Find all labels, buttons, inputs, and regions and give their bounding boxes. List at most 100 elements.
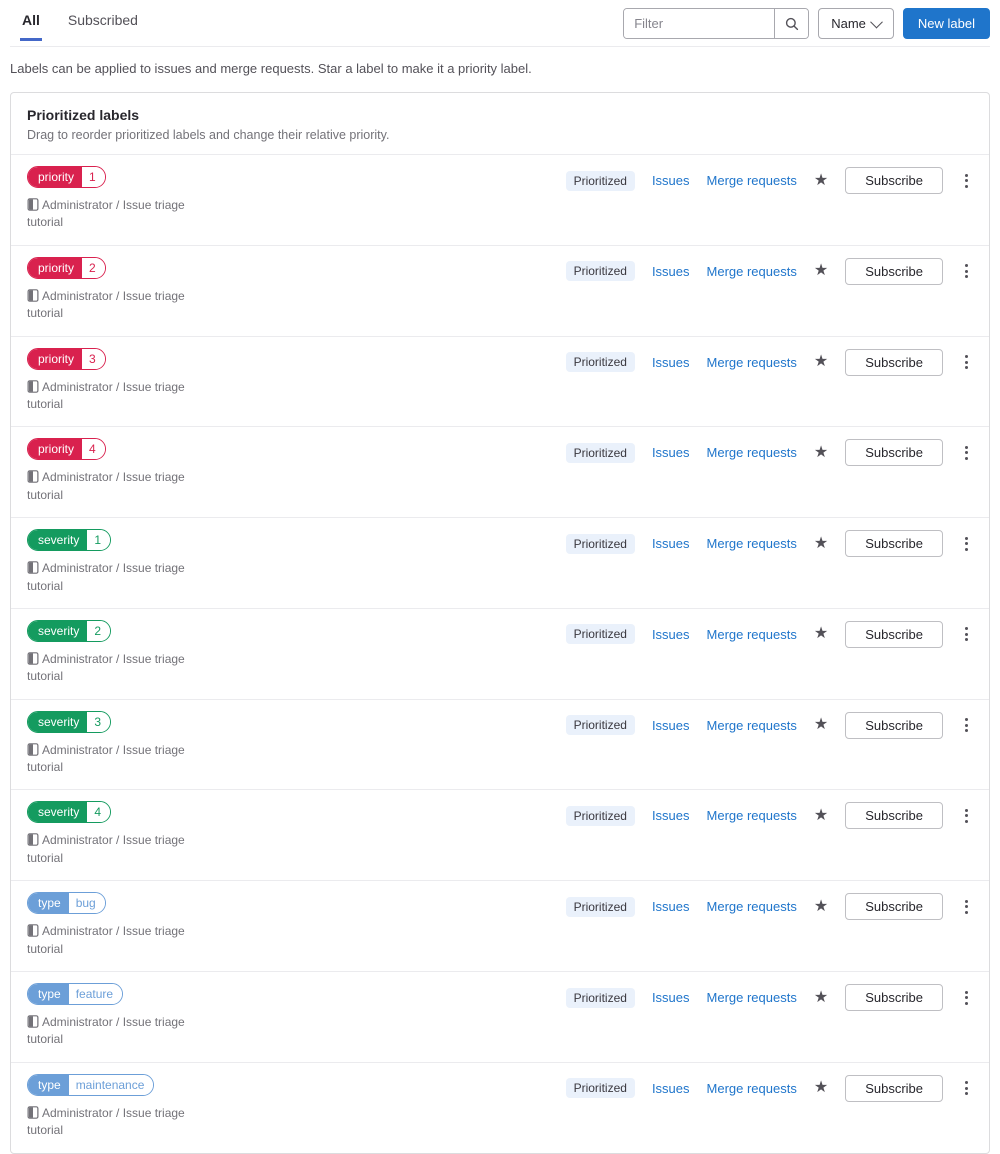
- star-icon[interactable]: ★: [814, 354, 828, 370]
- search-icon[interactable]: [774, 9, 809, 38]
- sort-dropdown-label: Name: [831, 16, 866, 31]
- star-icon[interactable]: ★: [814, 172, 828, 189]
- subscribe-button[interactable]: Subscribe: [845, 984, 943, 1012]
- merge-requests-link[interactable]: Merge requests: [707, 990, 797, 1005]
- kebab-menu-icon[interactable]: [960, 712, 973, 738]
- star-icon[interactable]: ★: [814, 989, 828, 1006]
- subscribe-button[interactable]: Subscribe: [845, 620, 943, 648]
- issues-link[interactable]: Issues: [652, 627, 690, 642]
- merge-requests-link[interactable]: Merge requests: [707, 718, 797, 733]
- scoped-label[interactable]: priority 1: [27, 166, 106, 188]
- scoped-label[interactable]: priority 2: [27, 256, 106, 279]
- issues-link[interactable]: Issues: [652, 808, 690, 823]
- subscribe-button[interactable]: Subscribe: [845, 1074, 943, 1102]
- label-row[interactable]: type feature Administrator / Issue triag…: [11, 972, 989, 1063]
- label-scope: priority: [28, 439, 83, 460]
- prioritized-badge: Prioritized: [565, 352, 635, 373]
- label-scope: severity: [28, 711, 88, 732]
- subscribe-button[interactable]: Subscribe: [845, 439, 943, 467]
- label-row[interactable]: priority 4 Administrator / Issue triage …: [11, 427, 989, 519]
- issues-link[interactable]: Issues: [652, 990, 690, 1005]
- merge-requests-link[interactable]: Merge requests: [707, 1081, 797, 1096]
- star-icon[interactable]: ★: [814, 626, 828, 642]
- label-list: priority 1 Administrator / Issue triage …: [11, 155, 989, 1153]
- kebab-menu-icon[interactable]: [960, 985, 973, 1011]
- star-icon[interactable]: ★: [814, 535, 828, 552]
- label-row[interactable]: type bug Administrator / Issue triage tu…: [11, 881, 989, 973]
- label-row[interactable]: severity 2 Administrator / Issue triage …: [11, 609, 989, 700]
- merge-requests-link[interactable]: Merge requests: [707, 627, 797, 642]
- new-label-button[interactable]: New label: [902, 8, 990, 39]
- scoped-label[interactable]: type bug: [27, 892, 106, 915]
- prioritized-badge: Prioritized: [565, 170, 635, 191]
- issues-link[interactable]: Issues: [652, 1081, 690, 1096]
- project-path-text: Administrator / Issue triage tutorial: [27, 470, 185, 502]
- kebab-menu-icon[interactable]: [960, 803, 973, 829]
- merge-requests-link[interactable]: Merge requests: [707, 173, 797, 188]
- subscribe-button[interactable]: Subscribe: [845, 257, 943, 285]
- label-row[interactable]: priority 3 Administrator / Issue triage …: [11, 337, 989, 428]
- scoped-label[interactable]: priority 4: [27, 438, 106, 461]
- scoped-label[interactable]: severity 2: [27, 619, 112, 642]
- issues-link[interactable]: Issues: [652, 173, 690, 188]
- label-row[interactable]: priority 2 Administrator / Issue triage …: [11, 246, 989, 337]
- merge-requests-link[interactable]: Merge requests: [707, 536, 797, 551]
- prioritized-badge: Prioritized: [565, 533, 635, 554]
- sort-dropdown[interactable]: Name: [818, 8, 894, 39]
- kebab-menu-icon[interactable]: [960, 894, 973, 920]
- issues-link[interactable]: Issues: [652, 264, 690, 279]
- star-icon[interactable]: ★: [814, 444, 828, 461]
- subscribe-button[interactable]: Subscribe: [845, 167, 943, 194]
- scoped-label[interactable]: severity 1: [27, 529, 112, 552]
- issues-link[interactable]: Issues: [652, 445, 690, 460]
- project-icon: [27, 652, 39, 665]
- scoped-label[interactable]: priority 3: [27, 347, 106, 370]
- tab-subscribed[interactable]: Subscribed: [66, 8, 140, 41]
- star-icon[interactable]: ★: [814, 898, 828, 915]
- label-scope: type: [28, 984, 69, 1005]
- issues-link[interactable]: Issues: [652, 718, 690, 733]
- issues-link[interactable]: Issues: [652, 355, 690, 370]
- kebab-menu-icon[interactable]: [960, 349, 973, 375]
- prioritized-labels-header: Prioritized labels Drag to reorder prior…: [11, 93, 989, 155]
- merge-requests-link[interactable]: Merge requests: [707, 264, 797, 279]
- star-icon[interactable]: ★: [814, 1080, 828, 1096]
- label-row[interactable]: severity 4 Administrator / Issue triage …: [11, 790, 989, 882]
- filter-input[interactable]: [624, 9, 775, 38]
- label-row-left: priority 2 Administrator / Issue triage …: [27, 256, 222, 323]
- star-icon[interactable]: ★: [814, 717, 828, 733]
- scoped-label[interactable]: type maintenance: [27, 1073, 155, 1096]
- label-row[interactable]: severity 3 Administrator / Issue triage …: [11, 700, 989, 791]
- kebab-menu-icon[interactable]: [960, 168, 973, 194]
- label-row-actions: Prioritized Issues Merge requests ★ Subs…: [565, 167, 973, 194]
- label-row-actions: Prioritized Issues Merge requests ★ Subs…: [565, 802, 973, 830]
- label-value: 3: [87, 711, 111, 732]
- merge-requests-link[interactable]: Merge requests: [707, 445, 797, 460]
- merge-requests-link[interactable]: Merge requests: [707, 355, 797, 370]
- label-row[interactable]: severity 1 Administrator / Issue triage …: [11, 518, 989, 609]
- label-row-actions: Prioritized Issues Merge requests ★ Subs…: [565, 711, 973, 739]
- label-row[interactable]: priority 1 Administrator / Issue triage …: [11, 155, 989, 246]
- kebab-menu-icon[interactable]: [960, 1075, 973, 1101]
- subscribe-button[interactable]: Subscribe: [845, 802, 943, 830]
- kebab-menu-icon[interactable]: [960, 258, 973, 284]
- merge-requests-link[interactable]: Merge requests: [707, 899, 797, 914]
- subscribe-button[interactable]: Subscribe: [845, 711, 943, 739]
- scoped-label[interactable]: severity 3: [27, 710, 112, 733]
- prioritized-badge: Prioritized: [565, 987, 635, 1008]
- star-icon[interactable]: ★: [814, 807, 828, 824]
- merge-requests-link[interactable]: Merge requests: [707, 808, 797, 823]
- tab-all[interactable]: All: [20, 8, 42, 41]
- scoped-label[interactable]: severity 4: [27, 801, 112, 824]
- subscribe-button[interactable]: Subscribe: [845, 348, 943, 376]
- kebab-menu-icon[interactable]: [960, 440, 973, 466]
- kebab-menu-icon[interactable]: [960, 621, 973, 647]
- scoped-label[interactable]: type feature: [27, 983, 124, 1006]
- issues-link[interactable]: Issues: [652, 536, 690, 551]
- star-icon[interactable]: ★: [814, 263, 828, 279]
- subscribe-button[interactable]: Subscribe: [845, 893, 943, 921]
- kebab-menu-icon[interactable]: [960, 531, 973, 557]
- issues-link[interactable]: Issues: [652, 899, 690, 914]
- label-row[interactable]: type maintenance Administrator / Issue t…: [11, 1063, 989, 1153]
- subscribe-button[interactable]: Subscribe: [845, 530, 943, 558]
